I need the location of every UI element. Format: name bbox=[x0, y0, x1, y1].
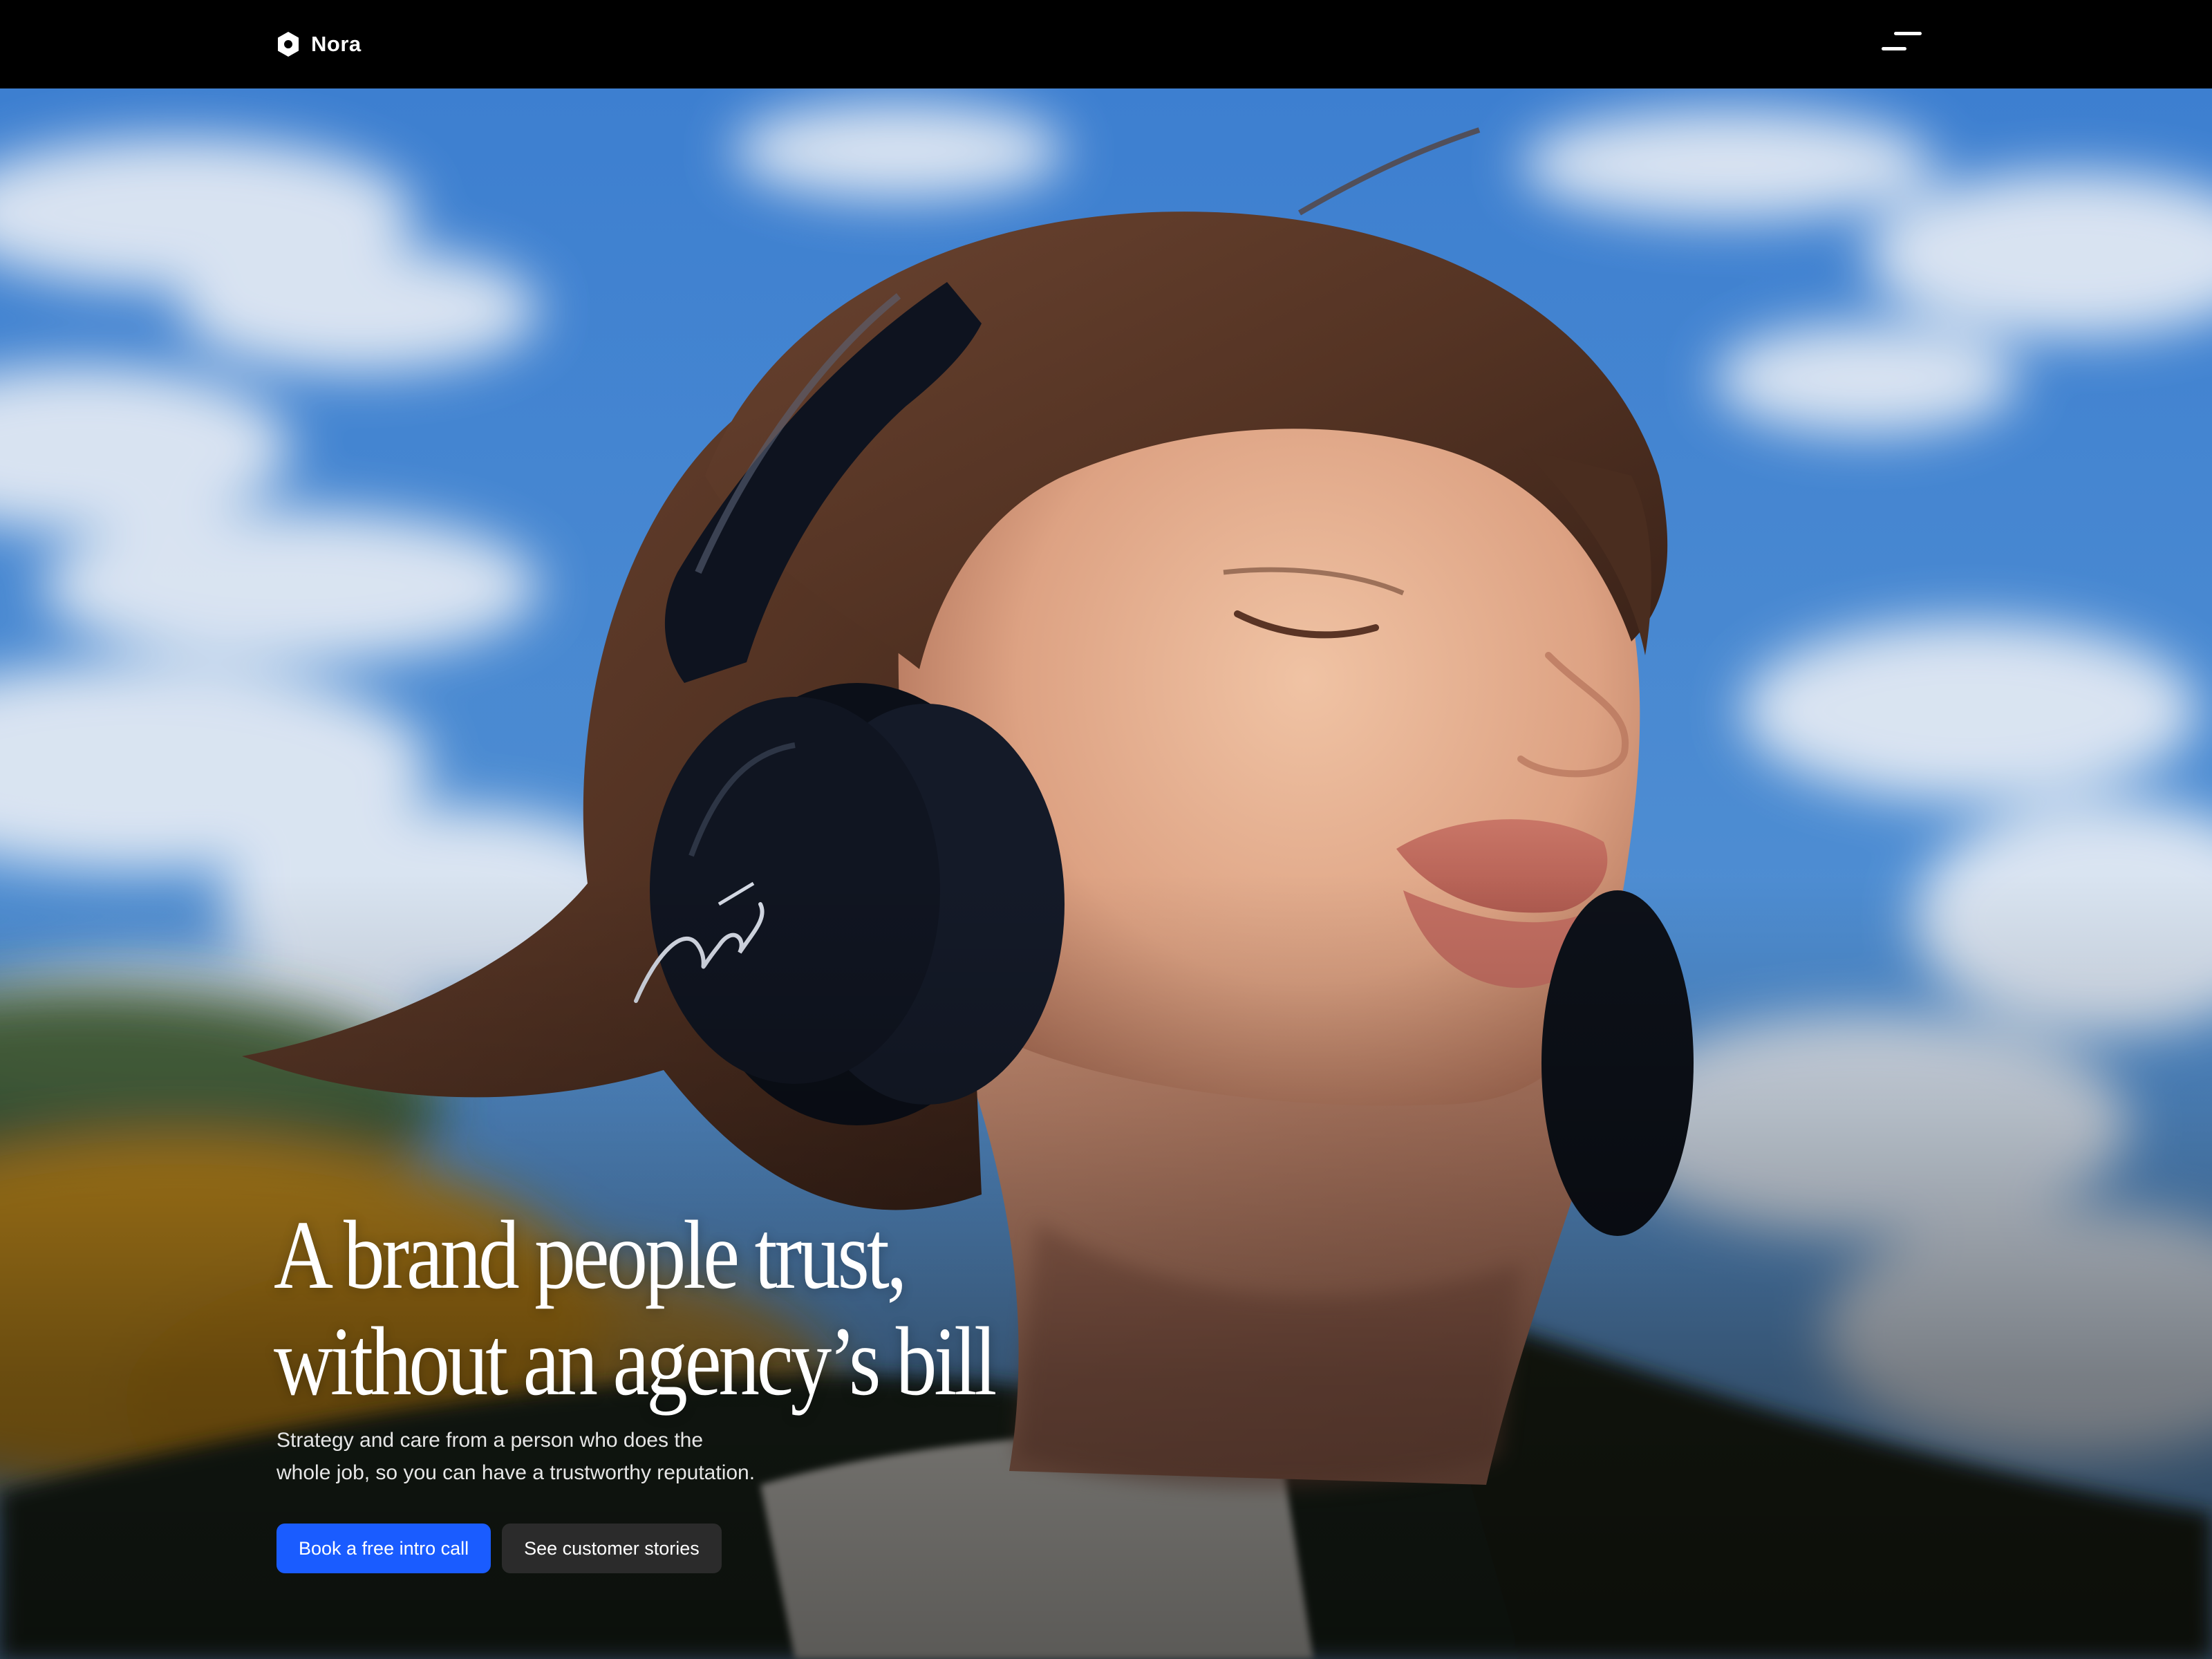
hero-title-line-1: A brand people trust, bbox=[274, 1200, 907, 1309]
landing-page: Nora A brand people trust, without an ag… bbox=[0, 0, 2212, 1659]
menu-icon-line-bottom bbox=[1882, 47, 1906, 50]
menu-button[interactable] bbox=[1872, 25, 1922, 61]
hexagon-logo-icon bbox=[278, 32, 299, 57]
brand-name: Nora bbox=[311, 32, 362, 56]
hero-title: A brand people trust, without an agency’… bbox=[274, 1201, 1087, 1414]
top-navigation-bar: Nora bbox=[0, 0, 2212, 88]
hero-subtitle-line-1: Strategy and care from a person who does… bbox=[276, 1429, 704, 1452]
menu-icon-line-top bbox=[1894, 32, 1922, 35]
hero-subtitle-line-2: whole job, so you can have a trustworthy… bbox=[276, 1461, 756, 1484]
brand-logo-link[interactable]: Nora bbox=[276, 26, 362, 62]
hero-content: A brand people trust, without an agency’… bbox=[274, 1201, 1241, 1573]
book-intro-call-button[interactable]: Book a free intro call bbox=[276, 1524, 491, 1573]
hero-section: A brand people trust, without an agency’… bbox=[0, 88, 2212, 1659]
hero-subtitle: Strategy and care from a person who does… bbox=[276, 1424, 816, 1489]
hero-title-line-2: without an agency’s bill bbox=[274, 1306, 997, 1416]
customer-stories-button[interactable]: See customer stories bbox=[502, 1524, 722, 1573]
cta-row: Book a free intro call See customer stor… bbox=[276, 1524, 1241, 1573]
